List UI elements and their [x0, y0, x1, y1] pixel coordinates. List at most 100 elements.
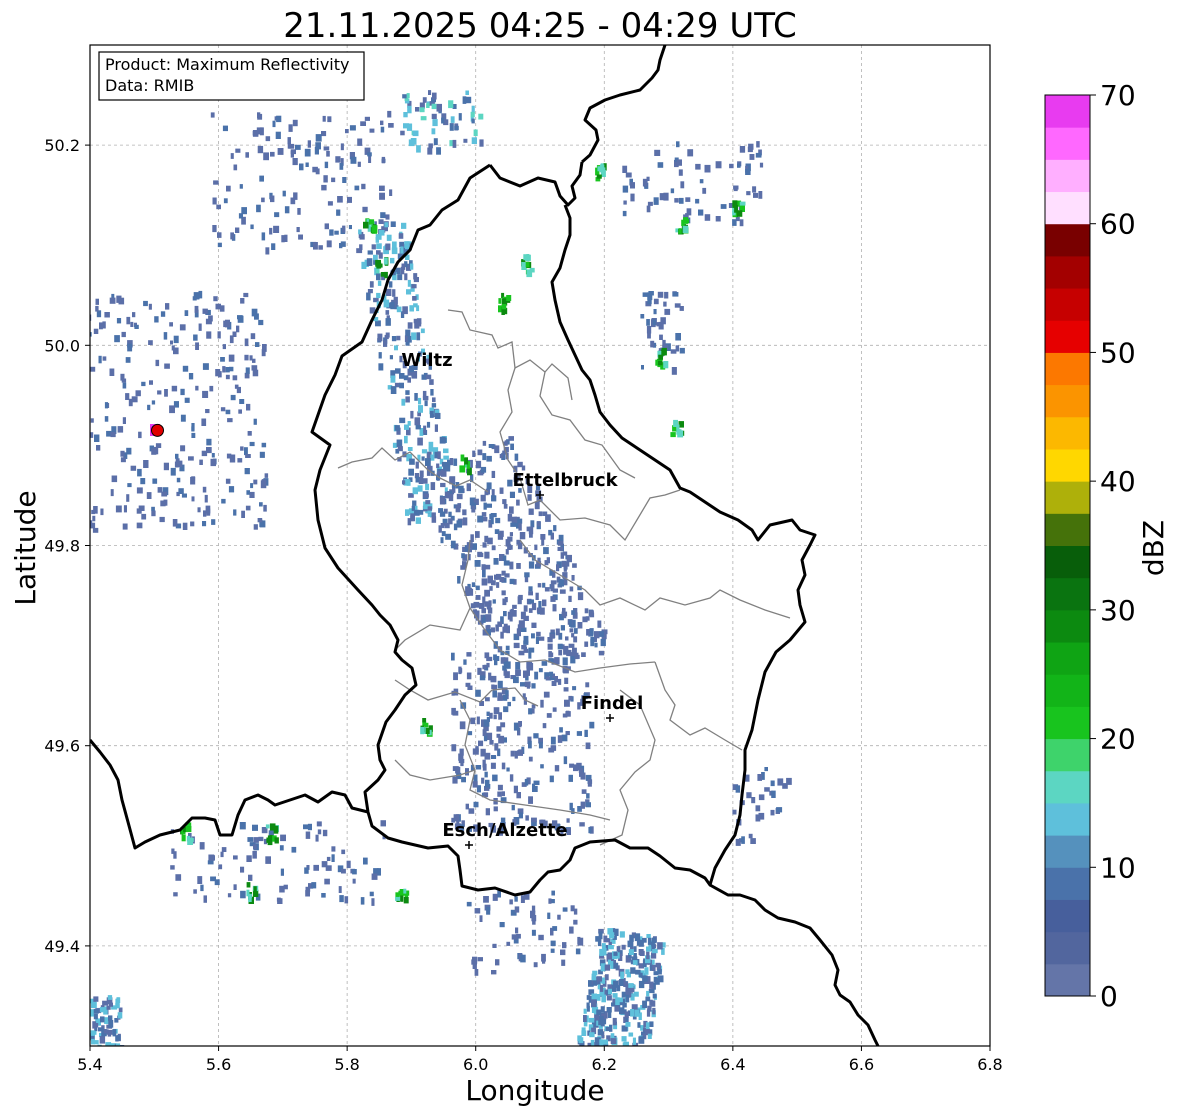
echo-pixel: [412, 130, 419, 137]
echo-pixel: [509, 899, 513, 905]
echo-pixel: [583, 1008, 587, 1014]
echo-pixel: [169, 322, 173, 327]
echo-pixel: [604, 964, 611, 971]
echo-pixel: [729, 163, 734, 169]
echo-pixel: [739, 146, 746, 153]
echo-pixel: [323, 146, 330, 151]
echo-pixel: [193, 334, 198, 341]
echo-pixel: [415, 476, 420, 483]
echo-pixel: [702, 187, 707, 194]
echo-pixel: [588, 1017, 595, 1023]
echo-pixel: [366, 258, 373, 266]
echo-pixel: [398, 890, 403, 896]
echo-pixel: [526, 661, 533, 669]
echo-pixel: [757, 774, 762, 781]
echo-pixel: [550, 940, 556, 947]
echo-pixel: [461, 553, 465, 559]
echo-pixel: [637, 1022, 641, 1028]
echo-pixel: [470, 534, 474, 542]
echo-pixel: [518, 523, 522, 531]
echo-pixel: [341, 868, 346, 874]
echo-pixel: [533, 733, 539, 739]
echo-pixel: [536, 631, 541, 637]
echo-pixel: [195, 385, 199, 391]
echo-pixel: [257, 145, 264, 154]
echo-pixel: [771, 790, 776, 798]
echo-pixel: [776, 807, 783, 813]
echo-pixel: [239, 184, 243, 189]
echo-pixel: [515, 927, 519, 934]
echo-pixel: [486, 906, 491, 915]
echo-pixel: [560, 625, 565, 631]
echo-pixel: [475, 746, 479, 753]
colorbar-segment: [1045, 416, 1090, 450]
echo-pixel: [486, 656, 493, 662]
echo-pixel: [508, 544, 512, 550]
echo-pixel: [514, 896, 518, 902]
echo-pixel: [226, 185, 231, 192]
echo-pixel: [473, 129, 478, 137]
echo-pixel: [523, 635, 529, 643]
echo-pixel: [338, 886, 342, 893]
echo-pixel: [475, 595, 481, 600]
echo-pixel: [297, 208, 301, 215]
colorbar-segment: [1045, 255, 1090, 289]
echo-pixel: [376, 273, 381, 281]
echo-pixel: [571, 610, 575, 615]
echo-pixel: [299, 163, 304, 171]
echo-pixel: [520, 682, 526, 687]
echo-pixel: [322, 115, 326, 122]
echo-pixel: [406, 93, 410, 99]
echo-pixel: [218, 864, 223, 870]
echo-pixel: [391, 247, 398, 255]
echo-pixel: [511, 516, 517, 524]
echo-pixel: [303, 824, 309, 830]
echo-pixel: [361, 261, 367, 269]
echo-pixel: [489, 740, 494, 745]
echo-pixel: [204, 494, 208, 503]
echo-pixel: [502, 598, 507, 606]
echo-pixel: [465, 90, 469, 95]
echo-pixel: [110, 489, 114, 497]
echo-pixel: [538, 934, 544, 941]
echo-pixel: [369, 128, 375, 133]
echo-pixel: [472, 956, 478, 964]
echo-pixel: [653, 309, 657, 315]
echo-pixel: [363, 221, 369, 229]
echo-pixel: [425, 374, 432, 380]
echo-pixel: [749, 154, 755, 160]
echo-pixel: [777, 778, 784, 786]
echo-pixel: [411, 371, 418, 379]
echo-pixel: [488, 600, 492, 606]
echo-pixel: [481, 617, 486, 623]
echo-pixel: [450, 116, 455, 123]
echo-pixel: [600, 1020, 605, 1027]
echo-pixel: [396, 335, 401, 341]
echo-pixel: [406, 123, 413, 131]
echo-pixel: [421, 449, 428, 454]
echo-pixel: [549, 671, 554, 677]
echo-pixel: [420, 116, 427, 121]
echo-pixel: [415, 107, 420, 112]
echo-pixel: [440, 437, 447, 443]
echo-pixel: [255, 342, 260, 347]
echo-pixel: [600, 164, 605, 171]
echo-pixel: [475, 765, 482, 770]
echo-pixel: [568, 619, 572, 627]
echo-pixel: [452, 776, 458, 784]
echo-pixel: [646, 946, 652, 952]
echo-pixel: [208, 854, 215, 861]
echo-pixel: [152, 478, 158, 484]
echo-pixel: [670, 349, 677, 354]
echo-pixel: [294, 144, 301, 150]
echo-pixel: [125, 393, 130, 400]
echo-pixel: [405, 329, 411, 336]
echo-pixel: [252, 130, 259, 137]
echo-pixel: [549, 775, 554, 783]
echo-pixel: [399, 382, 404, 389]
echo-pixel: [619, 1007, 625, 1015]
echo-pixel: [472, 963, 477, 969]
echo-pixel: [648, 988, 655, 994]
echo-pixel: [625, 172, 632, 178]
info-box: Product: Maximum Reflectivity Data: RMIB: [98, 51, 365, 101]
